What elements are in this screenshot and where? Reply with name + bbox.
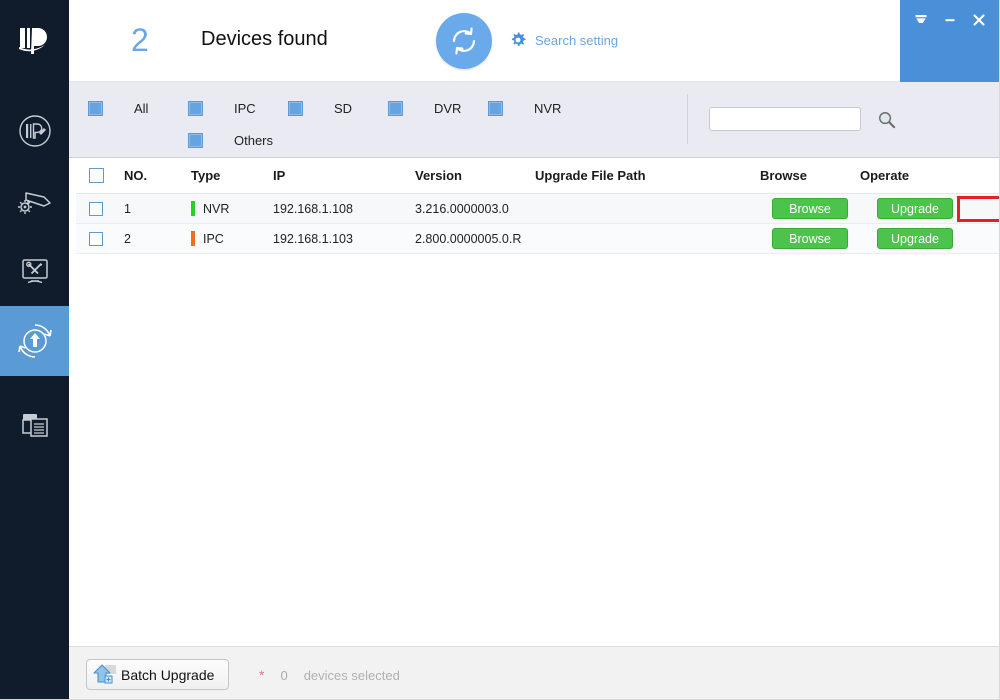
batch-upgrade-button[interactable]: Batch Upgrade (86, 659, 230, 690)
filter-sd[interactable]: SD (288, 92, 389, 124)
row-browse-cell: Browse (760, 198, 860, 219)
browse-button[interactable]: Browse (772, 198, 848, 219)
row-type: IPC (191, 231, 273, 246)
search-button[interactable] (877, 110, 896, 129)
column-header-browse: Browse (760, 168, 807, 183)
device-count: 2 (131, 22, 149, 58)
filter-dvr-label: DVR (434, 100, 462, 116)
search-input[interactable] (709, 107, 861, 131)
row-operate-cell: Upgrade (860, 198, 970, 219)
upload-arrow-icon (93, 663, 116, 683)
refresh-icon (452, 27, 476, 55)
filter-nvr-checkbox[interactable] (488, 100, 503, 116)
row-checkbox[interactable] (89, 201, 103, 216)
sidebar-item-device-upgrade[interactable] (0, 306, 69, 376)
type-color-tag (191, 201, 195, 216)
device-table: NO. Type IP Version Upgrade File Path Br… (76, 158, 999, 645)
filter-ipc-checkbox[interactable] (188, 100, 203, 116)
table-row[interactable]: 2 IPC 192.168.1.103 2.800.0000005.0.R Br… (76, 224, 999, 254)
close-icon (973, 14, 985, 26)
select-all-checkbox[interactable] (88, 168, 104, 183)
column-header-version: Version (415, 168, 462, 183)
filter-bar: All IPC SD DVR NVR Others (69, 82, 999, 158)
header: 2 Devices found Search setting (69, 0, 999, 82)
row-select-cell (76, 231, 116, 246)
row-operate-cell: Upgrade (860, 228, 970, 249)
selected-text: devices selected (303, 667, 400, 683)
camera-gear-icon (17, 192, 51, 214)
filter-ipc-label: IPC (234, 100, 256, 116)
row-version: 2.800.0000005.0.R (415, 231, 522, 246)
filter-others-label: Others (234, 132, 274, 148)
footer-bar: Batch Upgrade * 0 devices selected (69, 646, 999, 699)
select-all-cell (76, 168, 116, 183)
type-color-tag (191, 231, 195, 246)
close-button[interactable] (968, 9, 990, 31)
row-type-label: NVR (203, 201, 230, 216)
row-type: NVR (191, 201, 273, 216)
selection-status: * 0 devices selected (259, 667, 400, 683)
filter-nvr[interactable]: NVR (488, 92, 589, 124)
row-ip: 192.168.1.103 (273, 231, 353, 246)
filter-dvr-checkbox[interactable] (388, 100, 403, 116)
sidebar (0, 0, 69, 699)
ip-circle-icon (18, 115, 51, 147)
app-window: 2 Devices found Search setting All IPC S… (0, 0, 1000, 700)
table-header-row: NO. Type IP Version Upgrade File Path Br… (76, 158, 999, 194)
app-logo (0, 0, 69, 82)
documents-icon (21, 414, 48, 437)
table-row[interactable]: 1 NVR 192.168.1.108 3.216.0000003.0 Brow… (76, 194, 999, 224)
upload-circle-icon (17, 324, 52, 358)
row-browse-cell: Browse (760, 228, 860, 249)
column-header-type: Type (191, 168, 221, 183)
device-type-filters: All IPC SD DVR NVR Others (88, 92, 649, 156)
window-controls-bar (900, 0, 999, 82)
browse-button[interactable]: Browse (772, 228, 848, 249)
row-type-label: IPC (203, 231, 224, 246)
row-version: 3.216.0000003.0 (415, 201, 509, 216)
required-asterisk: * (259, 667, 265, 683)
filter-ipc[interactable]: IPC (188, 92, 289, 124)
filter-others[interactable]: Others (188, 124, 289, 156)
sidebar-item-modify-ip[interactable] (0, 96, 69, 166)
row-select-cell (76, 201, 116, 216)
column-header-ip: IP (273, 168, 286, 183)
filter-all-checkbox[interactable] (88, 100, 103, 116)
tray-down-icon (915, 15, 927, 23)
sidebar-item-system-tools[interactable] (0, 236, 69, 306)
search-icon (879, 111, 896, 128)
row-ip: 192.168.1.108 (273, 201, 353, 216)
sidebar-item-device-config[interactable] (0, 166, 69, 236)
column-header-upgrade-file-path: Upgrade File Path (535, 168, 646, 183)
row-no: 1 (124, 201, 131, 216)
search-setting-button[interactable]: Search setting (509, 31, 618, 49)
filter-all-label: All (134, 100, 149, 116)
search-setting-label: Search setting (535, 32, 619, 48)
monitor-tools-icon (21, 259, 48, 284)
row-checkbox[interactable] (89, 231, 103, 246)
filter-sd-label: SD (334, 100, 353, 116)
filter-nvr-label: NVR (534, 100, 562, 116)
logo-icon (18, 28, 47, 54)
column-header-operate: Operate (860, 168, 910, 183)
filter-divider (687, 94, 688, 144)
selected-count: 0 (280, 667, 288, 683)
row-no: 2 (124, 231, 131, 246)
batch-upgrade-label: Batch Upgrade (121, 666, 215, 683)
sidebar-item-device-list[interactable] (0, 390, 69, 460)
upgrade-button[interactable]: Upgrade (877, 228, 953, 249)
minimize-button[interactable] (939, 9, 961, 31)
filter-all[interactable]: All (88, 92, 189, 124)
upgrade-button[interactable]: Upgrade (877, 198, 953, 219)
filter-sd-checkbox[interactable] (288, 100, 303, 116)
column-header-no: NO. (124, 168, 148, 183)
filter-others-checkbox[interactable] (188, 132, 203, 148)
tray-button[interactable] (910, 9, 932, 31)
minimize-icon (945, 19, 955, 22)
refresh-button[interactable] (436, 13, 492, 69)
devices-found-label: Devices found (201, 28, 328, 50)
filter-dvr[interactable]: DVR (388, 92, 489, 124)
search-area (709, 107, 896, 131)
gear-icon (511, 32, 526, 47)
